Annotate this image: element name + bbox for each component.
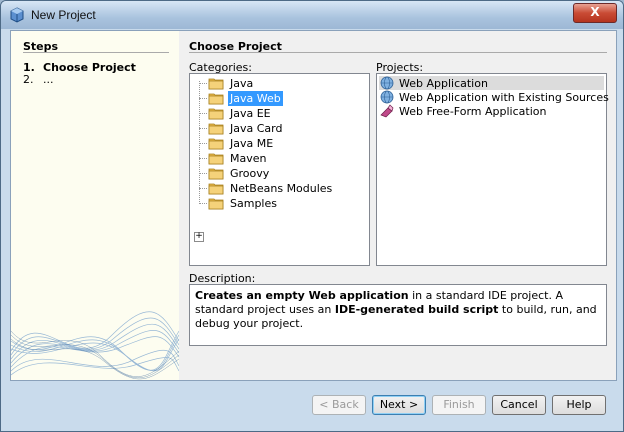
- project-item[interactable]: Web Free-Form Application: [379, 104, 604, 118]
- window-title: New Project: [31, 8, 96, 22]
- button-bar: < Back Next > Finish Cancel Help: [1, 381, 623, 431]
- project-item[interactable]: Web Application with Existing Sources: [379, 90, 609, 104]
- folder-icon: [208, 198, 224, 210]
- tree-guide-line: [199, 203, 207, 204]
- tree-guide-line: [199, 158, 207, 159]
- description-box: Creates an empty Web application in a st…: [189, 284, 607, 346]
- tree-item-label: Java ME: [230, 137, 274, 150]
- folder-icon: [208, 183, 224, 195]
- tree-guide-line: [199, 188, 207, 189]
- tree-guide-line: [199, 113, 207, 114]
- globe-icon: [380, 90, 394, 104]
- folder-icon: [208, 153, 224, 165]
- tree-item-label: NetBeans Modules: [230, 182, 333, 195]
- tree-item-label: Groovy: [230, 167, 270, 180]
- help-button[interactable]: Help: [552, 395, 606, 415]
- project-item-label: Web Application: [399, 77, 488, 90]
- wizard-content: Steps 1. Choose Project 2.... Choose Pro…: [10, 30, 617, 381]
- project-item-label: Web Application with Existing Sources: [399, 91, 609, 104]
- folder-icon: [208, 108, 224, 120]
- netbeans-cube-icon: [10, 7, 24, 23]
- tree-guide-line: [199, 83, 207, 84]
- tree-guide-line: [199, 128, 207, 129]
- decorative-waves-image: [11, 311, 179, 380]
- tree-item-label: Java: [230, 77, 254, 90]
- folder-icon: [208, 168, 224, 180]
- globe-icon: [380, 76, 394, 90]
- tree-guide-line: [199, 173, 207, 174]
- tree-item-label: Maven: [230, 152, 267, 165]
- next-button[interactable]: Next >: [372, 395, 426, 415]
- folder-icon: [208, 123, 224, 135]
- project-item[interactable]: Web Application: [379, 76, 604, 90]
- finish-button[interactable]: Finish: [432, 395, 486, 415]
- title-divider: [189, 52, 607, 53]
- categories-tree[interactable]: + Java Java Web Java EE Java Card Java ME Mav…: [189, 73, 370, 266]
- folder-icon: [208, 138, 224, 150]
- new-project-dialog: New Project X Steps 1. Choose Project 2..…: [0, 0, 624, 432]
- main-panel: Choose Project Categories: Projects: + J…: [179, 31, 616, 380]
- tree-item-label: Java Web: [228, 91, 283, 106]
- step-label: Choose Project: [43, 61, 136, 74]
- tree-guide-line: [199, 98, 207, 99]
- freeform-icon: [380, 104, 394, 118]
- steps-divider: [23, 52, 169, 53]
- tree-item-label: Java Card: [230, 122, 283, 135]
- description-bold: IDE-generated build script: [334, 303, 499, 316]
- expand-samples-icon[interactable]: +: [194, 232, 204, 242]
- close-icon: X: [590, 5, 600, 19]
- step-label: ...: [43, 73, 54, 86]
- title-bar[interactable]: New Project X: [1, 1, 623, 29]
- projects-list[interactable]: Web Application Web Application with Exis…: [376, 73, 609, 266]
- description-bold: Creates an empty Web application: [195, 289, 409, 302]
- close-button[interactable]: X: [573, 3, 617, 23]
- tree-item-label: Samples: [230, 197, 277, 210]
- tree-item-label: Java EE: [230, 107, 271, 120]
- back-button[interactable]: < Back: [312, 395, 366, 415]
- step-number: 2.: [23, 73, 34, 86]
- project-item-label: Web Free-Form Application: [399, 105, 547, 118]
- tree-guide-line: [199, 143, 207, 144]
- step-item: 2....: [23, 73, 54, 86]
- cancel-button[interactable]: Cancel: [492, 395, 546, 415]
- folder-icon: [208, 93, 224, 105]
- steps-panel: Steps 1. Choose Project 2....: [11, 31, 179, 380]
- folder-icon: [208, 78, 224, 90]
